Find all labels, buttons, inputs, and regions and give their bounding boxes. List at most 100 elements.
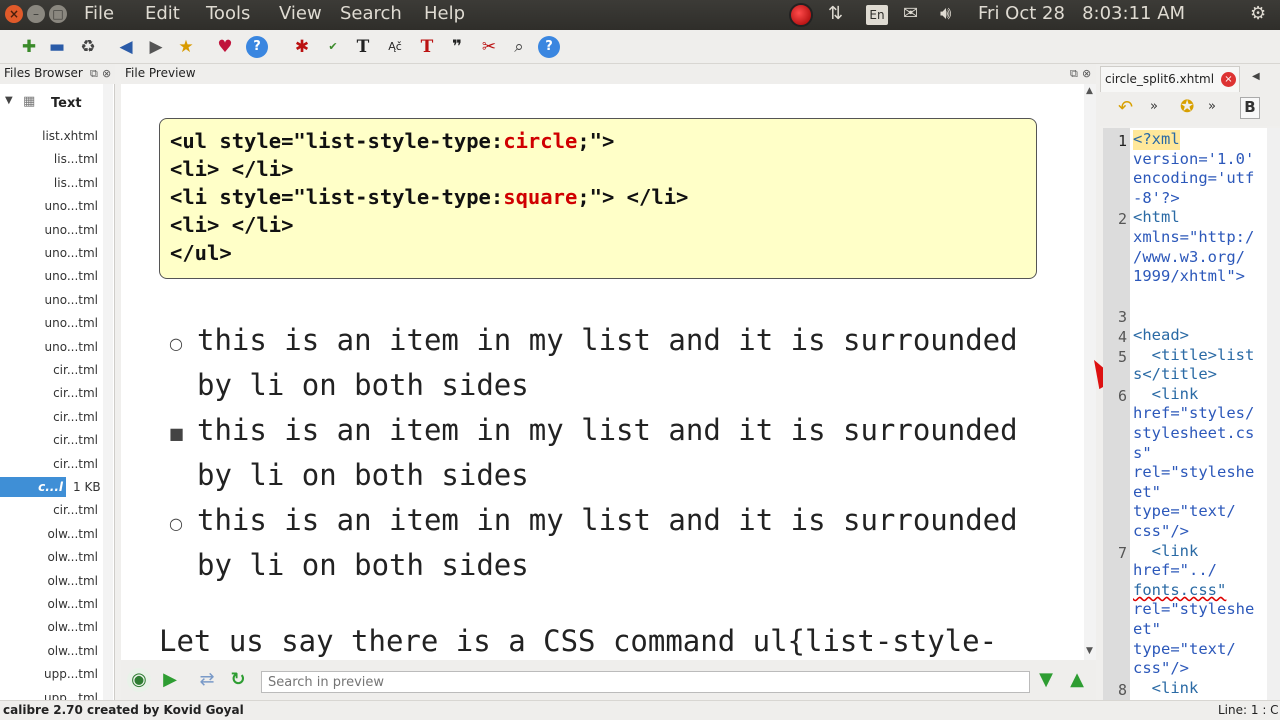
file-item[interactable]: uno...tml xyxy=(0,313,100,333)
help-icon[interactable]: ? xyxy=(246,36,268,58)
file-item[interactable]: uno...tml xyxy=(0,196,100,216)
file-item[interactable]: cir...tml xyxy=(0,454,100,474)
window-close-button[interactable]: × xyxy=(5,5,23,23)
file-item[interactable]: uno...tml xyxy=(0,220,100,240)
editor-tab[interactable]: circle_split6.xhtml × xyxy=(1100,66,1240,92)
file-item[interactable]: uno...tml xyxy=(0,290,100,310)
donate-heart-icon[interactable]: ♥ xyxy=(214,36,236,58)
list-item-2-line-1: this is an item in my list and it is sur… xyxy=(197,413,1018,447)
file-item[interactable]: uno...tml xyxy=(0,266,100,286)
file-item-selected[interactable]: c...l xyxy=(0,477,66,497)
file-item[interactable]: cir...tml xyxy=(0,500,100,520)
toolbar-overflow-icon[interactable]: » xyxy=(1150,99,1158,114)
remove-tool-icon[interactable]: ✂ xyxy=(478,36,500,58)
preview-float-icon[interactable]: ⧉ xyxy=(1070,67,1078,81)
menu-view[interactable]: View xyxy=(279,3,322,24)
scroll-up-icon[interactable]: ▲ xyxy=(1086,86,1093,96)
file-item[interactable]: olw...tml xyxy=(0,617,100,637)
editor-toolbar: ↶ » ✪ » B xyxy=(1100,92,1280,126)
auto-reload-icon[interactable]: ◉ xyxy=(127,668,151,692)
file-item[interactable]: cir...tml xyxy=(0,360,100,380)
file-item[interactable]: olw...tml xyxy=(0,571,100,591)
square-bullet-icon: ■ xyxy=(169,424,185,443)
checkpoint-icon[interactable]: ♻ xyxy=(77,36,99,58)
file-name: uno...tml xyxy=(44,269,98,284)
volume-icon[interactable]: 🔊︎ xyxy=(940,3,951,24)
bold-icon[interactable]: B xyxy=(1240,97,1260,119)
spellcheck-icon[interactable]: ✔ xyxy=(322,36,344,58)
file-item[interactable]: lis...tml xyxy=(0,149,100,169)
magic-wand-icon[interactable]: ★ xyxy=(175,36,197,58)
code-editor[interactable]: 1 2 345 6 7 8 <?xml version='1.0' encoding='utf… xyxy=(1103,128,1267,700)
file-item[interactable]: olw...tml xyxy=(0,594,100,614)
mail-icon[interactable]: ✉ xyxy=(903,3,918,24)
search-preview-input[interactable] xyxy=(261,671,1030,693)
tab-scroll-left-icon[interactable]: ◀ xyxy=(1252,71,1260,82)
code-line-3-value: square xyxy=(503,185,578,209)
file-name: cir...tml xyxy=(53,503,98,518)
check-book-bug-icon[interactable]: ✱ xyxy=(291,36,313,58)
toolbar-overflow-2-icon[interactable]: » xyxy=(1208,99,1216,114)
help-2-icon[interactable]: ? xyxy=(538,36,560,58)
file-item[interactable]: cir...tml xyxy=(0,407,100,427)
file-name: olw...tml xyxy=(47,597,98,611)
play-icon[interactable]: ▶ xyxy=(158,668,182,692)
font-icon[interactable]: T xyxy=(416,36,438,58)
reports-icon[interactable]: ⌕ xyxy=(508,36,530,58)
clock[interactable]: Fri Oct 28 8:03:11 AM xyxy=(978,3,1185,24)
file-item[interactable]: lis...tml xyxy=(0,173,100,193)
window-minimize-button[interactable]: – xyxy=(27,5,45,23)
tab-close-icon[interactable]: × xyxy=(1221,72,1236,87)
menu-file[interactable]: File xyxy=(84,3,114,24)
record-indicator-icon[interactable] xyxy=(789,3,813,27)
network-arrows-icon[interactable]: ⇅ xyxy=(828,3,843,24)
panel-close-icon[interactable]: ⊗ xyxy=(102,67,111,80)
file-item[interactable]: olw...tml xyxy=(0,547,100,567)
keyboard-language-indicator[interactable]: En xyxy=(866,5,888,25)
undo-arrow-icon[interactable]: ◀ xyxy=(115,36,137,58)
files-scrollbar[interactable] xyxy=(103,84,113,700)
system-gear-icon[interactable]: ⚙ xyxy=(1250,3,1266,24)
file-item[interactable]: olw...tml xyxy=(0,524,100,544)
panel-float-icon[interactable]: ⧉ xyxy=(90,67,98,81)
preview-close-icon[interactable]: ⊗ xyxy=(1082,67,1091,80)
search-previous-icon[interactable]: ▲ xyxy=(1065,668,1089,692)
file-item[interactable]: list.xhtml xyxy=(0,126,100,146)
file-item[interactable]: upp...tml xyxy=(0,664,100,684)
file-item[interactable]: olw...tml xyxy=(0,641,100,661)
editor-scrollbar[interactable] xyxy=(1267,128,1280,700)
list-item-2-line-2: by li on both sides xyxy=(197,458,529,492)
collapse-arrow-icon[interactable]: ▼ xyxy=(5,95,13,106)
code-line: <link xyxy=(1133,541,1199,560)
file-name: cir...tml xyxy=(53,409,98,424)
files-browser-title: Files Browser xyxy=(4,66,83,80)
code-line: <title>list xyxy=(1133,345,1255,364)
file-item[interactable]: cir...tml xyxy=(0,383,100,403)
menu-search[interactable]: Search xyxy=(340,3,402,24)
text-format-icon[interactable]: T xyxy=(352,36,374,58)
menu-help[interactable]: Help xyxy=(424,3,465,24)
editor-undo-icon[interactable]: ↶ xyxy=(1118,97,1133,118)
window-maximize-button[interactable]: □ xyxy=(49,5,67,23)
file-preview[interactable]: <ul style="list-style-type:circle;"> <li… xyxy=(121,84,1084,660)
search-next-icon[interactable]: ▼ xyxy=(1034,668,1058,692)
line-number-gutter: 1 2 345 6 7 8 xyxy=(1103,128,1130,700)
code-line: et" xyxy=(1133,620,1161,638)
refresh-icon[interactable]: ↻ xyxy=(226,668,250,692)
files-group-text[interactable]: ▼ ▦ Text xyxy=(0,92,115,114)
new-file-icon[interactable]: ✚ xyxy=(18,36,40,58)
sync-scroll-icon[interactable]: ⇄ xyxy=(195,668,219,692)
redo-arrow-icon[interactable]: ▶ xyxy=(145,36,167,58)
menu-edit[interactable]: Edit xyxy=(145,3,180,24)
code-line-4: <li> </li> xyxy=(170,213,294,237)
code-line-3a: <li style="list-style-type: xyxy=(170,185,504,209)
file-item[interactable]: uno...tml xyxy=(0,243,100,263)
file-item[interactable]: cir...tml xyxy=(0,430,100,450)
menu-tools[interactable]: Tools xyxy=(206,3,250,24)
scroll-down-icon[interactable]: ▼ xyxy=(1086,646,1093,656)
file-item[interactable]: uno...tml xyxy=(0,337,100,357)
character-icon[interactable]: Ąč xyxy=(384,36,406,58)
save-icon[interactable]: ▬ xyxy=(46,36,68,58)
smarten-quotes-icon[interactable]: ❞ xyxy=(446,36,468,58)
editor-tool-icon[interactable]: ✪ xyxy=(1180,97,1194,117)
